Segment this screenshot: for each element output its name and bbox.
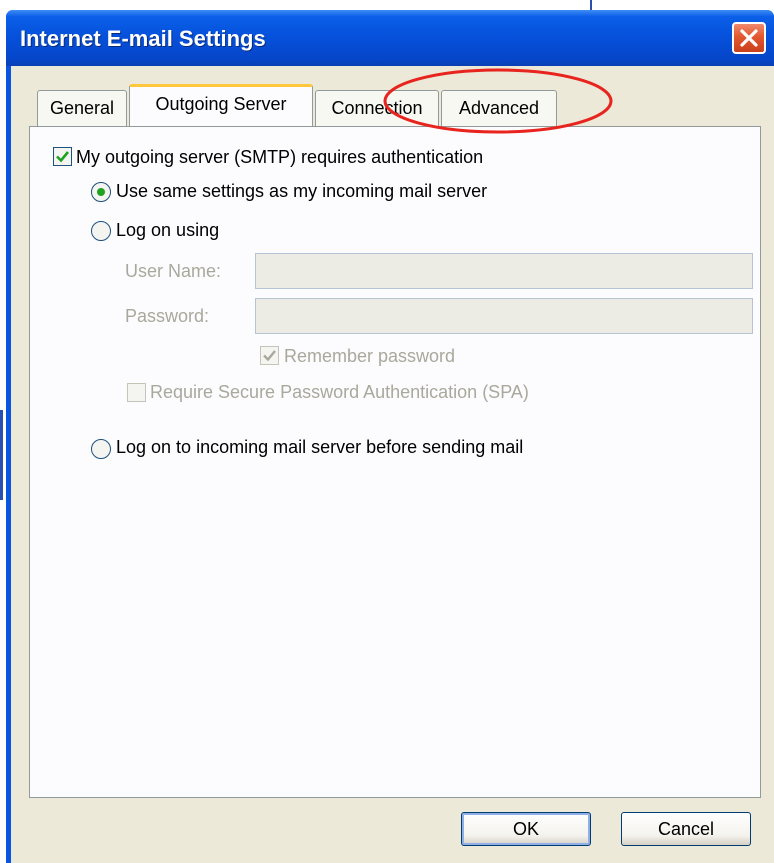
tab-connection[interactable]: Connection xyxy=(315,90,439,126)
email-settings-dialog: Internet E-mail Settings General Outgoin… xyxy=(6,10,774,863)
background-line xyxy=(0,410,3,500)
check-icon xyxy=(56,151,70,163)
ok-button-label: OK xyxy=(512,819,539,839)
smtp-auth-checkbox[interactable] xyxy=(53,147,72,166)
spa-label: Require Secure Password Authentication (… xyxy=(150,382,529,402)
log-on-incoming-radio[interactable] xyxy=(91,439,111,459)
cancel-button-label: Cancel xyxy=(657,819,715,839)
radio-selected-dot xyxy=(97,188,105,196)
log-on-using-label: Log on using xyxy=(116,220,220,240)
smtp-auth-label: My outgoing server (SMTP) requires authe… xyxy=(76,147,484,167)
spa-checkbox[interactable] xyxy=(127,383,146,402)
use-same-settings-radio[interactable] xyxy=(91,182,111,202)
tab-label: Advanced xyxy=(458,98,540,118)
ok-button[interactable]: OK xyxy=(461,812,591,846)
tab-label: Connection xyxy=(331,98,423,118)
tab-label: Outgoing Server xyxy=(155,94,287,114)
password-label: Password: xyxy=(125,306,210,326)
log-on-using-radio[interactable] xyxy=(91,221,111,241)
title-bar[interactable]: Internet E-mail Settings xyxy=(6,10,774,66)
check-icon xyxy=(263,350,276,362)
tab-general[interactable]: General xyxy=(37,90,127,126)
log-on-incoming-label: Log on to incoming mail server before se… xyxy=(116,437,524,457)
use-same-settings-label: Use same settings as my incoming mail se… xyxy=(116,181,488,201)
password-field[interactable] xyxy=(255,298,753,334)
window-title: Internet E-mail Settings xyxy=(20,26,266,51)
tab-advanced[interactable]: Advanced xyxy=(441,90,557,126)
tab-label: General xyxy=(49,98,115,118)
dialog-body: General Outgoing Server Connection Advan… xyxy=(11,66,774,863)
close-icon xyxy=(740,29,758,47)
cancel-button[interactable]: Cancel xyxy=(621,812,751,846)
outgoing-server-panel: My outgoing server (SMTP) requires authe… xyxy=(29,126,761,798)
username-label: User Name: xyxy=(125,261,222,281)
close-button[interactable] xyxy=(732,22,766,54)
remember-password-label: Remember password xyxy=(284,346,456,366)
remember-password-checkbox[interactable] xyxy=(260,346,279,365)
background-line xyxy=(590,0,592,10)
username-field[interactable] xyxy=(255,253,753,289)
tab-outgoing-server[interactable]: Outgoing Server xyxy=(129,84,313,126)
